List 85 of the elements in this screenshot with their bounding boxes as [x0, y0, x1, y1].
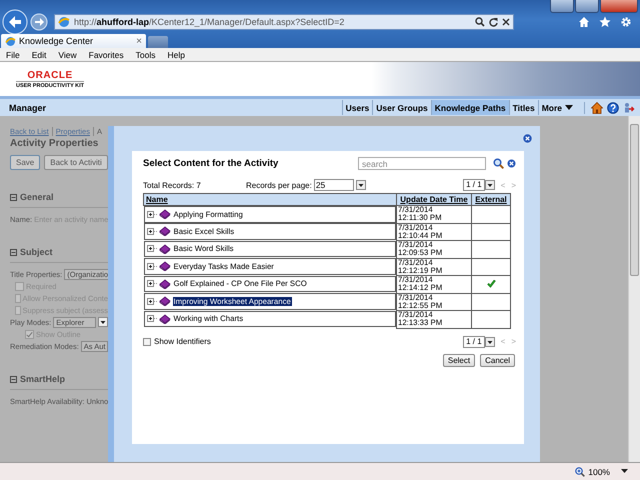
search-icon[interactable] — [475, 16, 485, 26]
records-per-page-dropdown[interactable]: 25 — [314, 179, 354, 191]
close-button[interactable] — [600, 0, 638, 13]
dialog-button[interactable]: Select — [442, 354, 476, 366]
book-icon — [158, 244, 170, 254]
checkbox[interactable] — [15, 294, 21, 302]
close-icon[interactable] — [523, 134, 532, 143]
checkbox-label: Show Identifiers — [154, 337, 211, 346]
book-icon — [158, 278, 170, 289]
refresh-icon[interactable] — [489, 16, 498, 26]
home-icon[interactable] — [591, 102, 603, 114]
book-icon — [158, 226, 170, 236]
checkbox[interactable] — [15, 282, 24, 290]
section-title: Subject — [20, 247, 53, 257]
maximize-button[interactable] — [575, 0, 599, 13]
collapse-icon[interactable] — [10, 376, 17, 382]
expand-icon[interactable] — [146, 228, 156, 235]
dropdown-caret-icon[interactable] — [484, 336, 495, 346]
nav-tab[interactable]: Knowledge Paths — [430, 100, 509, 115]
scrollbar[interactable] — [628, 116, 640, 462]
section-title: General — [20, 192, 54, 202]
zoom-icon[interactable] — [575, 466, 586, 476]
home-icon[interactable] — [578, 16, 590, 28]
column-header[interactable]: Update Date Time — [396, 194, 472, 206]
minimize-button[interactable] — [550, 0, 574, 13]
checkbox[interactable] — [15, 306, 21, 314]
search-icon[interactable] — [493, 158, 504, 169]
page-dropdown[interactable]: 1 / 1 — [463, 336, 485, 348]
address-bar[interactable]: http://ahufford-lap/KCenter12_1/Manager/Default.aspx?SelectID=2 — [54, 14, 514, 30]
expand-icon[interactable] — [146, 210, 156, 218]
collapse-icon[interactable] — [10, 194, 17, 200]
globe-icon — [58, 16, 70, 28]
check-icon — [486, 280, 496, 288]
column-header[interactable]: External — [472, 194, 510, 206]
checkbox[interactable] — [143, 338, 151, 346]
menu-item[interactable]: Edit — [32, 50, 46, 60]
help-icon[interactable] — [607, 102, 619, 114]
clear-icon[interactable] — [507, 159, 516, 168]
page-heading: Activity Properties — [10, 138, 100, 149]
page-button[interactable]: Save — [10, 155, 40, 170]
tab-close-button[interactable]: × — [136, 36, 142, 46]
menu-item[interactable]: Help — [167, 50, 185, 60]
records-per-page-label: Records per page: — [246, 180, 312, 190]
tab-title: Knowledge Center — [19, 36, 94, 46]
dialog-title: Select Content for the Activity — [143, 158, 280, 169]
caret-icon[interactable] — [621, 469, 628, 474]
nav-tab[interactable]: Titles — [508, 100, 538, 115]
dropdown-caret-icon[interactable] — [356, 180, 366, 190]
caret-icon — [565, 104, 573, 110]
page-button[interactable]: Back to Activiti — [44, 155, 108, 170]
book-icon — [158, 209, 170, 220]
dropdown-caret-icon[interactable] — [98, 317, 108, 327]
star-icon[interactable] — [599, 16, 611, 28]
column-header[interactable]: Name — [144, 194, 396, 206]
menu-item[interactable]: Favorites — [88, 50, 124, 60]
expand-icon[interactable] — [146, 245, 156, 252]
expand-icon[interactable] — [146, 298, 156, 305]
search-field[interactable]: search — [358, 157, 486, 170]
page-dropdown[interactable]: 1 / 1 — [463, 179, 485, 191]
menu-item[interactable]: View — [58, 50, 77, 60]
menu-item[interactable]: Tools — [136, 50, 156, 60]
expand-icon[interactable] — [146, 262, 156, 270]
settings-icon[interactable] — [620, 16, 632, 28]
expand-icon[interactable] — [146, 280, 156, 288]
book-icon — [158, 314, 170, 324]
dialog-button[interactable]: Cancel — [480, 354, 515, 366]
page-title: Manager — [9, 102, 48, 112]
close-icon[interactable] — [502, 18, 510, 26]
checkbox[interactable] — [25, 330, 34, 338]
logout-icon[interactable] — [623, 102, 635, 114]
browser-tab[interactable]: Knowledge Center × — [1, 34, 146, 48]
menu-item[interactable]: File — [6, 50, 20, 60]
logo: ORACLE — [16, 70, 84, 82]
globe-icon — [5, 36, 16, 46]
total-records: Total Records: 7 — [143, 180, 202, 190]
nav-tab[interactable]: More — [538, 100, 576, 115]
scrollbar-thumb[interactable] — [630, 124, 639, 276]
section-title: SmartHelp — [20, 374, 66, 384]
nav-tab[interactable]: Users — [342, 100, 372, 115]
book-icon — [158, 296, 170, 306]
collapse-icon[interactable] — [10, 248, 17, 256]
dropdown-caret-icon[interactable] — [484, 180, 495, 190]
expand-icon[interactable] — [146, 315, 156, 322]
zoom-level[interactable]: 100% — [588, 466, 610, 476]
book-icon — [158, 261, 170, 272]
